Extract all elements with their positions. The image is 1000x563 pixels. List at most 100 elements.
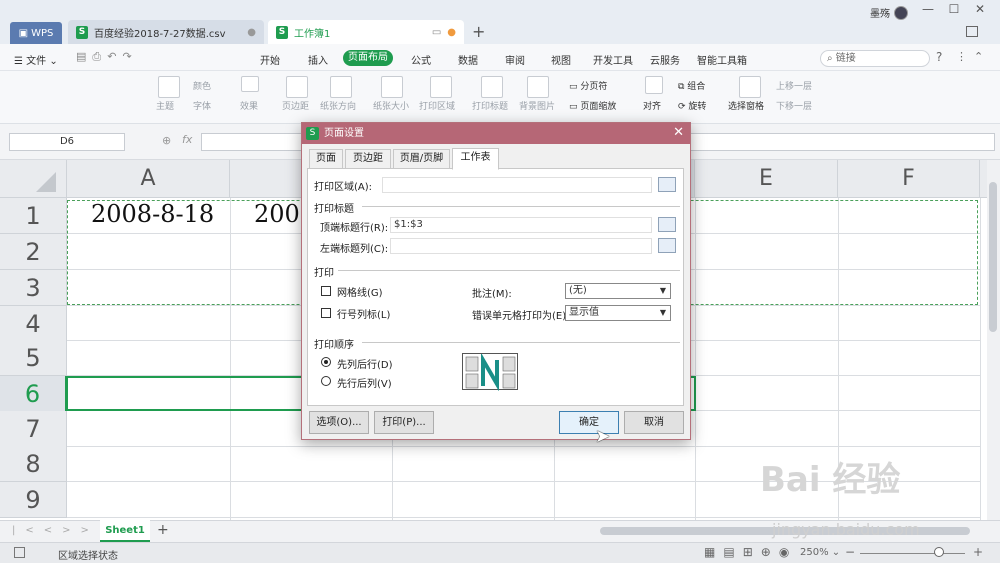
doc-tab-workbook1[interactable]: S 工作簿1 ▭ ● bbox=[268, 20, 464, 44]
row-header-8[interactable]: 8 bbox=[0, 446, 67, 482]
save-icon[interactable]: ▤ bbox=[76, 50, 92, 63]
left-cols-field[interactable] bbox=[390, 238, 652, 254]
paper-size-button[interactable]: 纸张大小 bbox=[373, 99, 409, 112]
selection-pane-button[interactable]: 选择窗格 bbox=[728, 99, 764, 112]
name-box[interactable]: D6 bbox=[9, 133, 125, 151]
background-image-button[interactable]: 背景图片 bbox=[519, 99, 555, 112]
page-zoom-button[interactable]: ▭ 页面缩放 bbox=[569, 99, 616, 112]
sidebar-toggle-icon[interactable] bbox=[966, 26, 978, 37]
maximize-icon[interactable]: ☐ bbox=[944, 2, 964, 18]
range-picker-icon[interactable] bbox=[658, 217, 676, 232]
zoom-in-icon[interactable]: + bbox=[973, 545, 983, 559]
dialog-close-icon[interactable]: ✕ bbox=[673, 125, 684, 140]
menu-item-toolbox[interactable]: 智能工具箱 bbox=[697, 52, 747, 67]
search-input[interactable]: ⌕ 链接 bbox=[820, 50, 930, 67]
align-button[interactable]: 对齐 bbox=[643, 99, 661, 112]
quick-access-toolbar[interactable]: ▤⎙↶↷ bbox=[76, 50, 138, 64]
print-area-button[interactable]: 打印区域 bbox=[419, 99, 455, 112]
file-menu[interactable]: ☰ 文件 ⌄ bbox=[14, 52, 58, 67]
zoom-out-icon[interactable]: − bbox=[845, 545, 855, 559]
margins-button[interactable]: 页边距 bbox=[282, 99, 309, 112]
doc-tab-csv[interactable]: S 百度经验2018-7-27数据.csv ● bbox=[68, 20, 264, 44]
menu-item-developer[interactable]: 开发工具 bbox=[593, 52, 633, 67]
colors-button[interactable]: 颜色 bbox=[193, 79, 211, 92]
close-icon[interactable]: ✕ bbox=[970, 2, 990, 18]
gridlines-checkbox[interactable] bbox=[321, 286, 331, 296]
first-sheet-icon[interactable]: |< bbox=[12, 525, 44, 536]
fx-icon[interactable]: fx bbox=[182, 133, 192, 146]
new-tab-button[interactable]: + bbox=[472, 22, 485, 41]
fonts-button[interactable]: 字体 bbox=[193, 99, 211, 112]
dialog-title-bar[interactable]: 页面设置 bbox=[302, 123, 690, 144]
row-header-3[interactable]: 3 bbox=[0, 270, 67, 306]
down-then-over-radio[interactable] bbox=[321, 357, 331, 367]
cancel-button[interactable]: 取消 bbox=[624, 411, 684, 434]
user-account[interactable]: 墨殇 bbox=[870, 5, 908, 20]
menu-item-formulas[interactable]: 公式 bbox=[411, 52, 431, 67]
wps-home-tab[interactable]: ▣ WPS bbox=[10, 22, 62, 44]
prev-sheet-icon[interactable]: < bbox=[44, 525, 62, 536]
send-backward-button[interactable]: 下移一层 bbox=[776, 99, 812, 112]
zoom-slider-handle[interactable] bbox=[934, 547, 944, 557]
menu-item-home[interactable]: 开始 bbox=[260, 52, 280, 67]
page-break-button[interactable]: ▭ 分页符 bbox=[569, 79, 607, 92]
menu-item-cloud[interactable]: 云服务 bbox=[650, 52, 680, 67]
redo-icon[interactable]: ↷ bbox=[122, 50, 137, 63]
page-layout-view-icon[interactable]: ▤ bbox=[723, 545, 742, 559]
monitor-icon[interactable]: ▭ bbox=[432, 27, 441, 38]
menu-item-insert[interactable]: 插入 bbox=[308, 52, 328, 67]
column-header-f[interactable]: F bbox=[838, 160, 980, 198]
over-then-down-radio[interactable] bbox=[321, 376, 331, 386]
row-header-7[interactable]: 7 bbox=[0, 411, 67, 447]
top-rows-field[interactable]: $1:$3 bbox=[390, 217, 652, 233]
page-break-view-icon[interactable]: ⊞ bbox=[743, 545, 761, 559]
print-titles-button[interactable]: 打印标题 bbox=[472, 99, 508, 112]
menu-item-data[interactable]: 数据 bbox=[458, 52, 478, 67]
column-header-a[interactable]: A bbox=[67, 160, 230, 198]
zoom-level[interactable]: 250% ⌄ bbox=[800, 547, 840, 558]
group-button[interactable]: ⧉ 组合 bbox=[678, 79, 705, 92]
eye-protection-icon[interactable]: ◉ bbox=[779, 545, 797, 559]
undo-icon[interactable]: ↶ bbox=[107, 50, 122, 63]
view-mode-icons[interactable]: ▦▤⊞⊕◉ bbox=[704, 545, 797, 559]
row-header-6[interactable]: 6 bbox=[0, 376, 67, 412]
sheet-tab-sheet1[interactable]: Sheet1 bbox=[100, 520, 150, 542]
menu-item-review[interactable]: 审阅 bbox=[505, 52, 525, 67]
print-button[interactable]: 打印(P)... bbox=[374, 411, 434, 434]
menu-item-page-layout[interactable]: 页面布局 bbox=[343, 50, 393, 66]
add-sheet-button[interactable]: + bbox=[157, 522, 169, 538]
row-header-1[interactable]: 1 bbox=[0, 198, 67, 234]
options-button[interactable]: 选项(O)... bbox=[309, 411, 369, 434]
tab-sheet[interactable]: 工作表 bbox=[452, 148, 499, 170]
reading-mode-icon[interactable]: ⊕ bbox=[761, 545, 779, 559]
theme-button[interactable]: 主题 bbox=[156, 99, 174, 112]
next-sheet-icon[interactable]: > bbox=[62, 525, 80, 536]
zoom-slider[interactable] bbox=[860, 553, 965, 554]
comments-select[interactable]: (无) ▼ bbox=[565, 283, 671, 299]
errors-select[interactable]: 显示值 ▼ bbox=[565, 305, 671, 321]
bring-forward-button[interactable]: 上移一层 bbox=[776, 79, 812, 92]
more-icon[interactable]: ⋮ bbox=[956, 50, 967, 63]
effects-button[interactable]: 效果 bbox=[240, 99, 258, 112]
tab-page[interactable]: 页面 bbox=[309, 149, 343, 169]
column-header-e[interactable]: E bbox=[695, 160, 838, 198]
tab-margins[interactable]: 页边距 bbox=[345, 149, 391, 169]
tab-header-footer[interactable]: 页眉/页脚 bbox=[393, 149, 450, 169]
range-picker-icon[interactable] bbox=[658, 238, 676, 253]
row-header-2[interactable]: 2 bbox=[0, 234, 67, 270]
range-picker-icon[interactable] bbox=[658, 177, 676, 192]
sheet-nav-arrows[interactable]: |<<>>| bbox=[12, 525, 112, 536]
normal-view-icon[interactable]: ▦ bbox=[704, 545, 723, 559]
row-header-5[interactable]: 5 bbox=[0, 340, 67, 376]
orientation-button[interactable]: 纸张方向 bbox=[320, 99, 356, 112]
row-col-headings-checkbox[interactable] bbox=[321, 308, 331, 318]
minimize-icon[interactable]: — bbox=[918, 2, 938, 18]
rotate-button[interactable]: ⟳ 旋转 bbox=[678, 99, 706, 112]
row-header-9[interactable]: 9 bbox=[0, 482, 67, 518]
print-icon[interactable]: ⎙ bbox=[92, 50, 107, 63]
help-icon[interactable]: ? bbox=[936, 50, 942, 64]
zoom-formula-icon[interactable]: ⊕ bbox=[162, 134, 171, 147]
print-area-field[interactable] bbox=[382, 177, 652, 193]
macro-record-icon[interactable] bbox=[14, 547, 25, 558]
menu-item-view[interactable]: 视图 bbox=[551, 52, 571, 67]
